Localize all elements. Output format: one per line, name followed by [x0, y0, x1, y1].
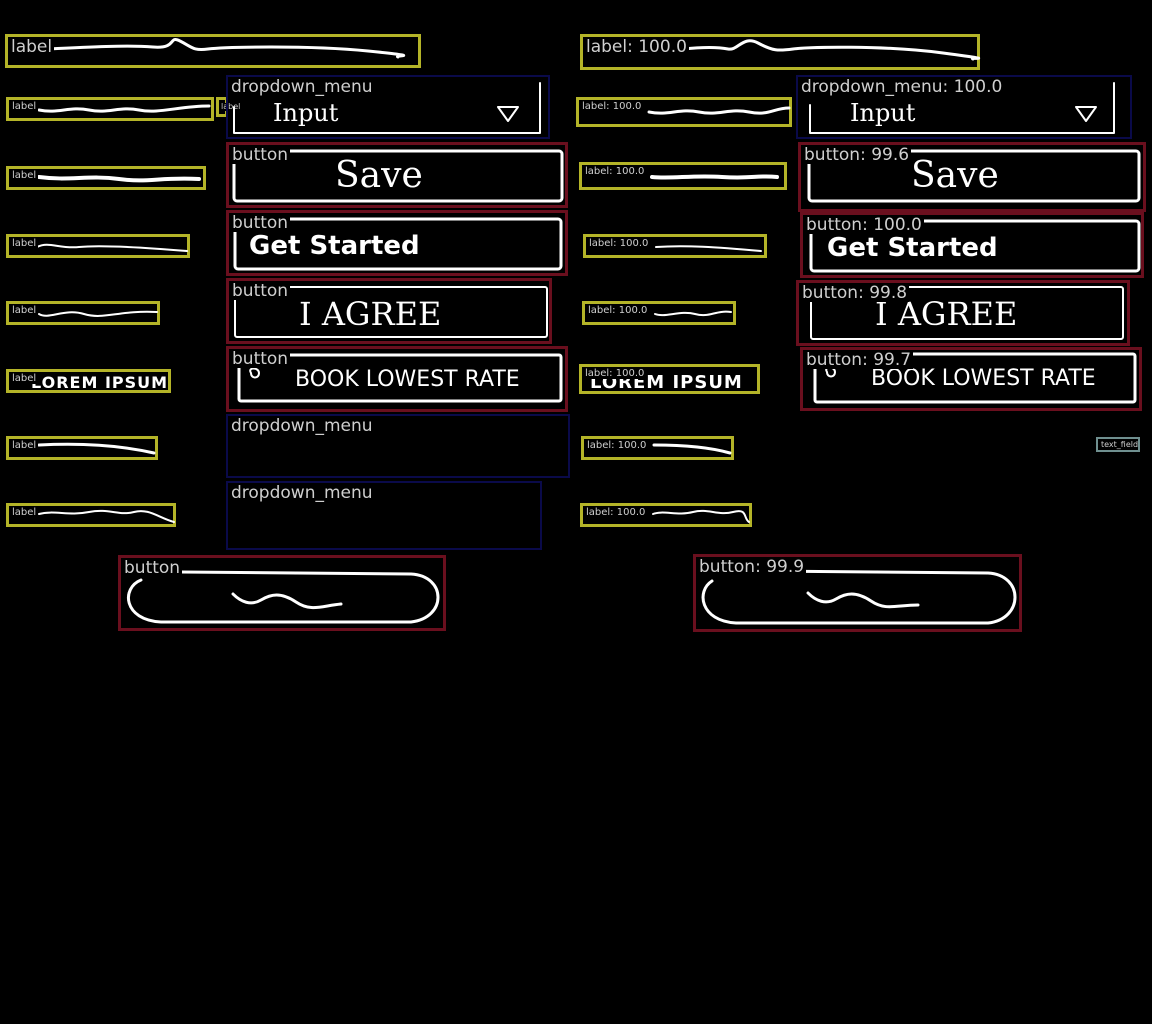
label-box-r6: LOREM IPSUM label: 100.0	[579, 364, 760, 394]
label-box-1: label	[5, 34, 421, 68]
text-field-tag: text_field: 3	[1101, 441, 1138, 449]
label-box-r3: label: 100.0	[579, 162, 787, 190]
label-box-r1: label: 100.0	[580, 34, 981, 70]
label-tag: label	[12, 101, 39, 112]
dropdown-input-text: Input	[273, 99, 339, 127]
save-button[interactable]: Save button	[226, 142, 568, 208]
label-tag: label: 100.0	[585, 368, 647, 379]
dropdown-tag: dropdown_menu: 100.0	[801, 77, 1005, 97]
button-tag: button	[232, 281, 291, 301]
label-box-r2: label: 100.0	[576, 97, 792, 127]
save-button-r[interactable]: Save button: 99.6	[798, 142, 1146, 212]
button-tag: button: 99.8	[802, 283, 910, 303]
get-started-text: Get Started	[249, 231, 420, 261]
button-tag: button: 100.0	[806, 215, 924, 235]
get-started-text: Get Started	[827, 233, 998, 263]
label-box-r7: label: 100.0	[581, 436, 734, 460]
button-tag: button: 99.9	[699, 557, 807, 577]
label-box-3: label	[6, 166, 206, 190]
dropdown-menu-3[interactable]: dropdown_menu	[226, 481, 542, 550]
i-agree-button-r[interactable]: I AGREE button: 99.8	[796, 280, 1130, 346]
pill-button[interactable]: button	[118, 555, 446, 631]
label-tag: label	[12, 305, 39, 316]
label-tag: label: 100.0	[588, 305, 650, 316]
button-tag: button	[232, 349, 291, 369]
label-tag: label	[12, 440, 39, 451]
label-box-8: label	[6, 503, 176, 527]
label-box-r5: label: 100.0	[582, 301, 736, 325]
label-tag: label	[12, 507, 39, 518]
book-lowest-rate-button-r[interactable]: BOOK LOWEST RATE button: 99.7	[800, 347, 1142, 411]
get-started-button[interactable]: Get Started button	[226, 210, 568, 276]
dropdown-tag: dropdown_menu	[231, 416, 375, 436]
pill-button-r[interactable]: button: 99.9	[693, 554, 1022, 632]
dropdown-input-text: Input	[850, 99, 916, 127]
button-tag: button	[232, 145, 291, 165]
label-tag: label: 100.0	[587, 440, 649, 451]
dropdown-tag: dropdown_menu	[231, 77, 375, 97]
button-tag: button: 99.7	[806, 350, 914, 370]
label-tag: label	[12, 238, 39, 249]
save-text: Save	[335, 155, 423, 196]
label-box-2: label	[6, 97, 214, 121]
text-field[interactable]: text_field: 3	[1096, 437, 1140, 452]
label-tag: label: 100.0	[585, 166, 647, 177]
dropdown-menu-r1[interactable]: Input dropdown_menu: 100.0	[796, 75, 1132, 139]
label-tag: label	[12, 373, 39, 384]
lorem-text: LOREM IPSUM	[31, 373, 169, 392]
button-tag: button	[124, 558, 183, 578]
label-tag: label: 100.0	[586, 37, 689, 57]
label-tag: label: 100.0	[586, 507, 648, 518]
save-text: Save	[911, 155, 999, 196]
button-tag: button	[232, 213, 291, 233]
label-tag: label	[11, 37, 55, 57]
label-squiggle	[46, 38, 406, 59]
dropdown-menu-2[interactable]: dropdown_menu	[226, 414, 570, 478]
i-agree-text: I AGREE	[299, 295, 442, 333]
label-box-6: LOREM IPSUM label	[6, 369, 171, 393]
dropdown-menu-1[interactable]: Input dropdown_menu	[226, 75, 550, 139]
button-tag: button: 99.6	[804, 145, 912, 165]
label-box-7: label	[6, 436, 158, 460]
book-text: BOOK LOWEST RATE	[295, 367, 520, 392]
label-tag: label	[12, 170, 39, 181]
label-tag: label: 100.0	[589, 238, 651, 249]
label-box-5: label	[6, 301, 160, 325]
label-box-r8: label: 100.0	[580, 503, 752, 527]
i-agree-button[interactable]: I AGREE button	[226, 278, 552, 344]
book-lowest-rate-button[interactable]: BOOK LOWEST RATE button	[226, 346, 568, 412]
get-started-button-r[interactable]: Get Started button: 100.0	[800, 212, 1144, 278]
dropdown-tag: dropdown_menu	[231, 483, 375, 503]
label-squiggle	[37, 104, 211, 113]
label-box-r4: label: 100.0	[583, 234, 767, 258]
label-box-4: label	[6, 234, 190, 258]
label-tag: label: 100.0	[582, 101, 644, 112]
